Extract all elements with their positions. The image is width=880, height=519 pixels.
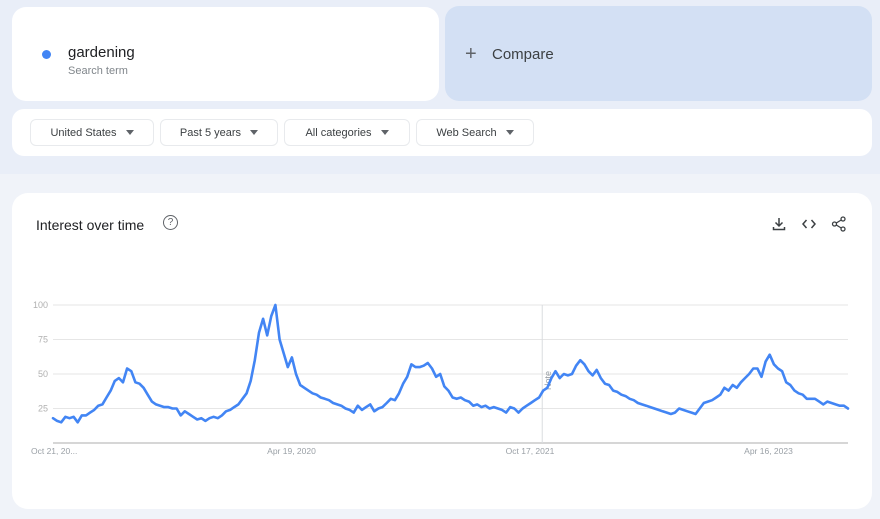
- y-tick-label: 50: [38, 369, 48, 379]
- compare-label: Compare: [492, 46, 554, 63]
- filter-time-range[interactable]: Past 5 years: [160, 119, 278, 146]
- plus-icon: +: [465, 43, 477, 65]
- caret-down-icon: [380, 130, 389, 135]
- search-term-name: gardening: [68, 44, 135, 61]
- y-tick-label: 25: [38, 404, 48, 414]
- filter-search-type-label: Web Search: [436, 126, 497, 139]
- series-color-dot: [42, 50, 51, 59]
- x-tick-label: Oct 17, 2021: [506, 446, 555, 456]
- search-term-card[interactable]: gardening Search term: [12, 7, 439, 101]
- y-tick-label: 75: [38, 335, 48, 345]
- x-tick-label: Apr 19, 2020: [267, 446, 316, 456]
- x-tick-label: Apr 16, 2023: [744, 446, 793, 456]
- x-tick-label: Oct 21, 20...: [31, 446, 77, 456]
- filter-region-label: United States: [50, 126, 117, 139]
- caret-down-icon: [250, 130, 259, 135]
- y-tick-label: 100: [33, 300, 48, 310]
- filter-search-type[interactable]: Web Search: [416, 119, 534, 146]
- filter-category[interactable]: All categories: [284, 119, 410, 146]
- filter-category-label: All categories: [305, 126, 372, 139]
- series-line-gardening: [51, 303, 850, 424]
- search-term-subtitle: Search term: [68, 65, 128, 77]
- filter-time-range-label: Past 5 years: [179, 126, 242, 139]
- caret-down-icon: [505, 130, 514, 135]
- compare-button[interactable]: + Compare: [445, 6, 872, 101]
- caret-down-icon: [125, 130, 134, 135]
- filter-bar: United States Past 5 years All categorie…: [12, 109, 872, 156]
- line-chart: 25 50 75 100 Oct 21, 20... Apr 19, 2020 Oct 1…: [31, 300, 850, 456]
- interest-over-time-card: Interest over time ? 25 50 75 100 Oct 21, 2…: [12, 193, 872, 509]
- filter-region[interactable]: United States: [30, 119, 154, 146]
